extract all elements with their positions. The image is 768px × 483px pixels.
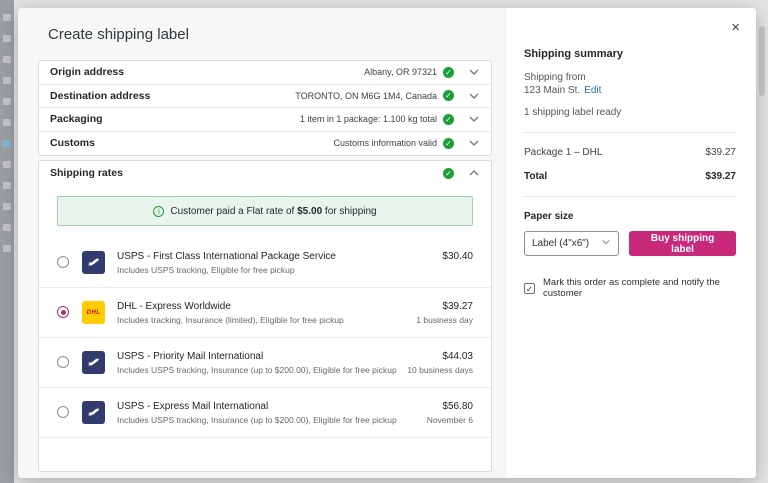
rate-eta: 1 business day [416, 315, 473, 325]
rate-name: USPS - First Class International Package… [117, 251, 442, 262]
divider [524, 132, 736, 133]
rate-option-usps-first-class[interactable]: USPS - First Class International Package… [39, 238, 491, 288]
accordion-label: Shipping rates [50, 167, 123, 179]
edit-address-link[interactable]: Edit [584, 85, 601, 96]
paper-size-label: Paper size [524, 211, 736, 222]
chevron-down-icon[interactable] [468, 90, 480, 102]
chevron-down-icon[interactable] [468, 113, 480, 125]
package-price-row: Package 1 – DHL $39.27 [524, 147, 736, 158]
total-label: Total [524, 171, 547, 182]
accordion-label: Destination address [50, 90, 150, 102]
menu-smudge [3, 77, 11, 84]
summary-title: Shipping summary [524, 48, 736, 60]
accordion-summary: Albany, OR 97321 [364, 67, 437, 77]
menu-smudge [3, 119, 11, 126]
rate-option-usps-express[interactable]: USPS - Express Mail International Includ… [39, 388, 491, 438]
accordion-origin-address[interactable]: Origin address Albany, OR 97321 [39, 61, 491, 85]
menu-smudge [3, 14, 11, 21]
accordion-label: Packaging [50, 113, 103, 125]
package-price: $39.27 [705, 147, 736, 158]
accordion-packaging[interactable]: Packaging 1 item in 1 package: 1.100 kg … [39, 108, 491, 132]
rate-eta: 10 business days [407, 365, 473, 375]
paper-size-select[interactable]: Label (4"x6") [524, 231, 619, 256]
rate-price: $44.03 [407, 351, 473, 362]
flat-rate-banner: Customer paid a Flat rate of $5.00 for s… [57, 196, 473, 226]
paper-size-value: Label (4"x6") [532, 238, 589, 249]
rate-price: $56.80 [427, 401, 473, 412]
accordion-shipping-rates[interactable]: Shipping rates [39, 161, 491, 185]
package-label: Package 1 – DHL [524, 147, 602, 158]
dhl-logo-icon: DHL [82, 301, 105, 324]
accordion-summary: Customs information valid [333, 138, 437, 148]
accordion-label: Customs [50, 137, 95, 149]
menu-smudge [3, 245, 11, 252]
rate-details: Includes USPS tracking, Eligible for fre… [117, 265, 442, 275]
radio-button[interactable] [57, 406, 69, 418]
divider [524, 196, 736, 197]
create-shipping-label-modal: Create shipping label Origin address Alb… [18, 8, 756, 478]
check-icon [443, 168, 454, 179]
total-row: Total $39.27 [524, 171, 736, 182]
rate-eta: November 6 [427, 415, 473, 425]
radio-button-selected[interactable] [57, 306, 69, 318]
accordion-summary: 1 item in 1 package: 1.100 kg total [300, 114, 437, 124]
menu-smudge [3, 161, 11, 168]
rate-name: DHL - Express Worldwide [117, 301, 416, 312]
shipping-from: Shipping from 123 Main St.Edit [524, 72, 736, 97]
mark-complete-label: Mark this order as complete and notify t… [543, 277, 736, 299]
dimmed-admin-menu [0, 0, 14, 483]
check-icon [443, 138, 454, 149]
shipping-summary-sidebar: × Shipping summary Shipping from 123 Mai… [505, 8, 756, 478]
chevron-down-icon[interactable] [468, 137, 480, 149]
usps-logo-icon [82, 401, 105, 424]
rate-price: $30.40 [442, 251, 473, 262]
menu-smudge [3, 98, 11, 105]
radio-button[interactable] [57, 356, 69, 368]
close-icon[interactable]: × [731, 20, 740, 35]
check-icon [443, 67, 454, 78]
menu-smudge-active [3, 140, 11, 147]
menu-smudge [3, 224, 11, 231]
checkbox-checked[interactable] [524, 283, 535, 294]
rate-option-dhl-express[interactable]: DHL DHL - Express Worldwide Includes tra… [39, 288, 491, 338]
mark-complete-row[interactable]: Mark this order as complete and notify t… [524, 277, 736, 299]
chevron-up-icon[interactable] [468, 167, 480, 179]
page-title: Create shipping label [38, 26, 492, 43]
rate-name: USPS - Express Mail International [117, 401, 427, 412]
menu-smudge [3, 56, 11, 63]
rate-details: Includes USPS tracking, Insurance (up to… [117, 415, 427, 425]
chevron-down-icon [601, 237, 611, 250]
radio-button[interactable] [57, 256, 69, 268]
accordion-customs[interactable]: Customs Customs information valid [39, 132, 491, 156]
usps-logo-icon [82, 351, 105, 374]
menu-smudge [3, 182, 11, 189]
total-price: $39.27 [705, 171, 736, 182]
rate-price: $39.27 [416, 301, 473, 312]
menu-smudge [3, 203, 11, 210]
usps-logo-icon [82, 251, 105, 274]
accordion-destination-address[interactable]: Destination address TORONTO, ON M6G 1M4,… [39, 85, 491, 109]
labels-ready-status: 1 shipping label ready [524, 107, 736, 118]
chevron-down-icon[interactable] [468, 66, 480, 78]
accordion-summary: TORONTO, ON M6G 1M4, Canada [295, 91, 437, 101]
rate-option-usps-priority[interactable]: USPS - Priority Mail International Inclu… [39, 338, 491, 388]
rate-details: Includes tracking, Insurance (limited), … [117, 315, 416, 325]
banner-text: Customer paid a Flat rate of $5.00 for s… [170, 206, 376, 217]
label-steps-accordion: Origin address Albany, OR 97321 Destinat… [38, 60, 492, 156]
page-scrollbar[interactable] [759, 26, 765, 96]
accordion-label: Origin address [50, 66, 124, 78]
shipping-rates-section: Shipping rates Customer paid a Flat rate… [38, 160, 492, 472]
menu-smudge [3, 35, 11, 42]
buy-shipping-label-button[interactable]: Buy shipping label [629, 231, 736, 256]
rate-list: USPS - First Class International Package… [39, 238, 491, 438]
check-icon [443, 90, 454, 101]
rate-details: Includes USPS tracking, Insurance (up to… [117, 365, 407, 375]
modal-body: Create shipping label Origin address Alb… [18, 8, 505, 478]
check-icon [443, 114, 454, 125]
info-icon [153, 206, 164, 217]
rate-name: USPS - Priority Mail International [117, 351, 407, 362]
